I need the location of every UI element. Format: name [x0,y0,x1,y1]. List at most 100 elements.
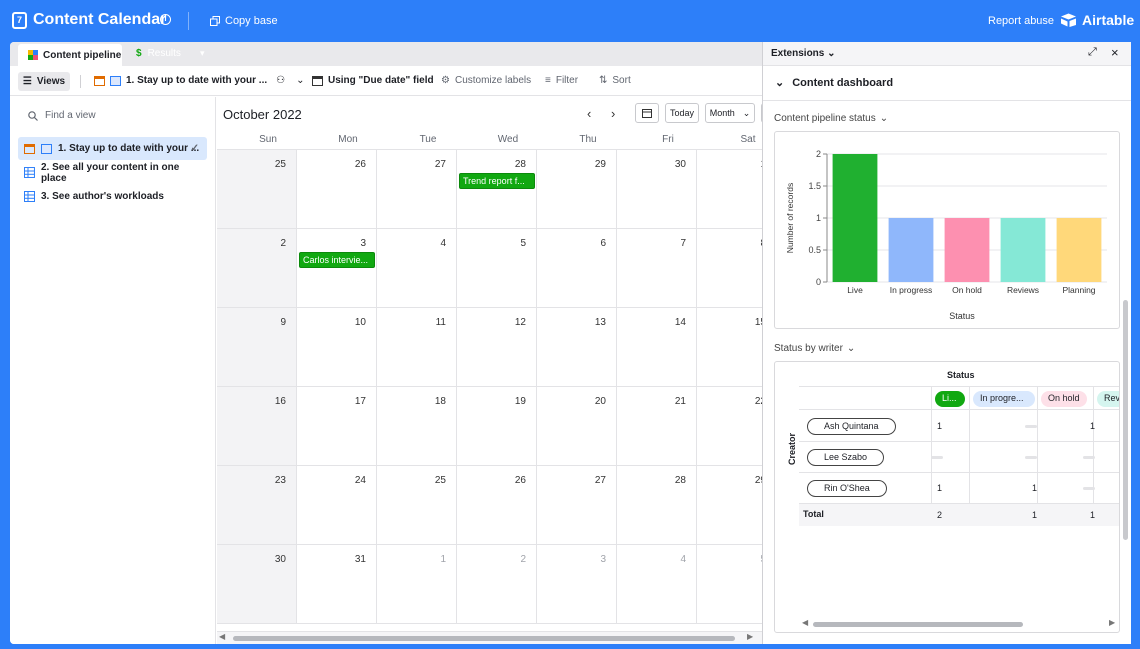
month-select[interactable]: Month ⌄ [705,103,755,123]
scroll-right-icon[interactable]: ▶ [747,632,753,641]
pivot-column-header[interactable]: On hold [1041,391,1087,407]
prev-month-button[interactable]: ‹ [587,106,591,121]
expand-icon[interactable]: ⤢ [1088,46,1097,59]
check-icon: ✓ [190,143,199,154]
calendar-day-cell[interactable]: 1 [697,150,762,229]
calendar-day-cell[interactable]: 25 [377,466,457,545]
sidebar-view-1[interactable]: 1. Stay up to date with your ... ✓ [18,137,207,160]
filter-button[interactable]: ≡ Filter [545,75,578,86]
pivot-column-header[interactable]: In progre... [973,391,1035,407]
scrollbar-thumb[interactable] [813,622,1023,627]
calendar-day-cell[interactable]: 13 [537,308,617,387]
calendar-day-cell[interactable]: 9 [217,308,297,387]
date-picker-button[interactable] [635,103,659,123]
calendar-day-cell[interactable]: 30 [217,545,297,624]
scroll-left-icon[interactable]: ◀ [219,632,225,641]
chevron-down-icon[interactable]: ▾ [200,48,205,59]
chart-panel-menu[interactable]: Content pipeline status ⌄ [774,113,888,124]
calendar-horizontal-scrollbar[interactable]: ◀ ▶ [217,631,762,644]
day-number: 28 [674,475,686,486]
calendar-day-cell[interactable]: 30 [617,150,697,229]
calendar-day-cell[interactable]: 18 [377,387,457,466]
sidebar-view-2[interactable]: 2. See all your content in one place [18,161,207,184]
writer-chip[interactable]: Rin O'Shea [807,480,887,497]
calendar-day-cell[interactable]: 22 [697,387,762,466]
current-view-selector[interactable]: 1. Stay up to date with your ... ⚇ ⌄ [94,75,305,86]
calendar-day-cell[interactable]: 21 [617,387,697,466]
tab-content-pipeline[interactable]: Content pipeline [18,44,122,66]
day-number: 31 [354,554,366,565]
scroll-right-icon[interactable]: ▶ [1109,618,1115,627]
calendar-day-cell[interactable]: 19 [457,387,537,466]
calendar-day-cell[interactable]: 23 [217,466,297,545]
calendar-day-cell[interactable]: 31 [297,545,377,624]
calendar-day-cell[interactable]: 1 [377,545,457,624]
calendar-day-cell[interactable]: 26 [457,466,537,545]
customize-labels-button[interactable]: ⚙ Customize labels [441,75,531,86]
scrollbar-thumb[interactable] [233,636,735,641]
calendar-day-cell[interactable]: 28 Trend report f... [457,150,537,229]
find-view-input[interactable]: Find a view [28,110,96,121]
calendar-day-cell[interactable]: 28 [617,466,697,545]
close-icon[interactable]: × [1111,45,1119,60]
calendar-icon [642,109,652,118]
calendar-event[interactable]: Trend report f... [459,173,535,189]
dashboard-toggle[interactable]: ⌄ Content dashboard [775,76,893,90]
calendar-day-cell[interactable]: 5 [457,229,537,308]
date-field-button[interactable]: Using "Due date" field [312,75,434,86]
report-abuse-link[interactable]: Report abuse [988,15,1054,27]
calendar-day-cell[interactable]: 4 [617,545,697,624]
calendar-day-cell[interactable]: 6 [537,229,617,308]
calendar-day-cell[interactable]: 8 [697,229,762,308]
copy-base-button[interactable]: Copy base [210,15,278,27]
calendar-day-cell[interactable]: 20 [537,387,617,466]
pivot-column-header[interactable]: Li... [935,391,965,407]
pivot-horizontal-scrollbar[interactable]: ◀ ▶ [775,616,1119,632]
calendar-day-cell[interactable]: 16 [217,387,297,466]
today-button[interactable]: Today [665,103,699,123]
chevron-down-icon[interactable]: ⌄ [296,75,304,86]
calendar-day-cell[interactable]: 7 [617,229,697,308]
calendar-day-cell[interactable]: 4 [377,229,457,308]
pivot-panel-menu[interactable]: Status by writer ⌄ [774,343,855,354]
pivot-column-header[interactable]: Rev [1097,391,1119,407]
sort-button[interactable]: ⇅ Sort [599,75,631,86]
calendar-day-cell[interactable]: 2 [457,545,537,624]
calendar-day-cell[interactable]: 3 Carlos intervie... [297,229,377,308]
airtable-logo[interactable]: Airtable [1060,12,1134,28]
scroll-left-icon[interactable]: ◀ [802,618,808,627]
writer-chip[interactable]: Lee Szabo [807,449,885,466]
calendar-day-cell[interactable]: 15 [697,308,762,387]
base-title[interactable]: Content Calendar [33,11,166,29]
extensions-vertical-scrollbar[interactable] [1123,300,1128,540]
calendar-day-cell[interactable]: 27 [377,150,457,229]
calendar-day-cell[interactable]: 17 [297,387,377,466]
tab-results[interactable]: $ Results [136,48,181,59]
calendar-day-cell[interactable]: 3 [537,545,617,624]
writer-chip[interactable]: Ash Quintana [807,418,896,435]
day-number: 28 [514,159,526,170]
sidebar-view-label: 2. See all your content in one place [40,161,180,184]
calendar-day-cell[interactable]: 2 [217,229,297,308]
people-icon[interactable]: ⚇ [276,75,285,86]
sidebar-view-label: 1. Stay up to date with your ... [58,143,200,154]
calendar-day-cell[interactable]: 29 [537,150,617,229]
grid-icon [24,191,35,202]
day-number: 16 [274,396,286,407]
calendar-day-cell[interactable]: 29 [697,466,762,545]
calendar-day-cell[interactable]: 14 [617,308,697,387]
extensions-menu[interactable]: Extensions ⌄ [771,48,836,59]
info-icon[interactable]: i [160,14,171,25]
calendar-day-cell[interactable]: 10 [297,308,377,387]
calendar-day-cell[interactable]: 26 [297,150,377,229]
next-month-button[interactable]: › [611,106,615,121]
calendar-day-cell[interactable]: 24 [297,466,377,545]
sidebar-view-3[interactable]: 3. See author's workloads [18,185,207,208]
calendar-day-cell[interactable]: 27 [537,466,617,545]
calendar-event[interactable]: Carlos intervie... [299,252,375,268]
views-button[interactable]: ☰ Views [18,72,70,91]
calendar-day-cell[interactable]: 11 [377,308,457,387]
calendar-day-cell[interactable]: 5 [697,545,762,624]
calendar-day-cell[interactable]: 12 [457,308,537,387]
calendar-day-cell[interactable]: 25 [217,150,297,229]
